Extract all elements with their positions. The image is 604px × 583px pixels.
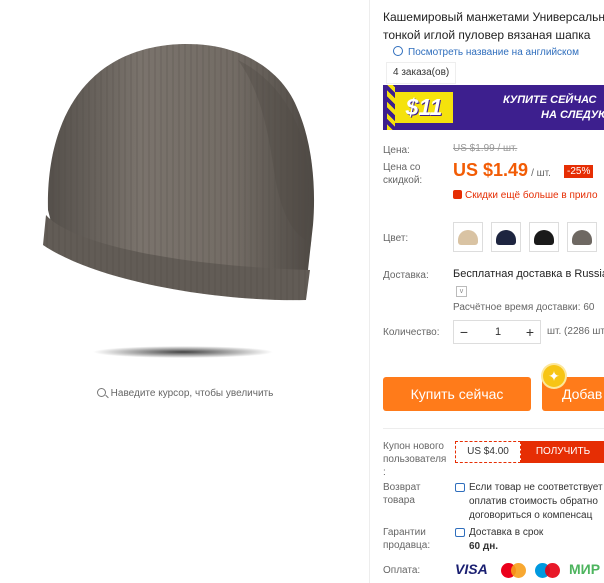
magnifier-icon (96, 388, 106, 397)
beige-hat-icon (458, 230, 478, 245)
returns-info: Если товар не соответствует оплатив стои… (469, 481, 603, 523)
returns-line2: оплатив стоимость обратно (469, 496, 598, 507)
returns-line3: договориться о компенсац (469, 510, 593, 521)
coupon-label-3: : (383, 467, 386, 478)
mastercard-logo (501, 563, 527, 578)
quantity-label: Количество: (383, 327, 440, 338)
navy-hat-icon (496, 230, 516, 245)
discount-price-label: Цена со скидкой: (383, 161, 422, 187)
returns-label: Возврат товара (383, 481, 421, 507)
app-discount-link[interactable]: Скидки ещё больше в прило (453, 190, 598, 201)
old-price: US $1.99 / шт. (453, 143, 517, 154)
globe-icon (393, 46, 403, 56)
buy-now-button[interactable]: Купить сейчас (383, 377, 531, 411)
banner-line1: КУПИТЕ СЕЙЧАС (503, 94, 597, 106)
black-hat-icon (534, 230, 554, 245)
coupon-label-1: Купон нового (383, 441, 444, 452)
clock-icon (455, 528, 465, 537)
return-icon (455, 483, 465, 492)
zoom-hint-text: Наведите курсор, чтобы увеличить (110, 388, 274, 399)
quantity-minus-button[interactable]: − (454, 321, 474, 343)
get-coupon-button[interactable]: ПОЛУЧИТЬ (521, 441, 604, 463)
returns-line1: Если товар не соответствует (469, 482, 603, 493)
discount-price-label-2: скидкой: (383, 175, 423, 186)
guarantee-line1: Доставка в срок (469, 527, 544, 538)
zoom-hint: Наведите курсор, чтобы увеличить (0, 388, 370, 399)
mir-logo: МИР (569, 561, 601, 577)
translate-link-text: Посмотреть название на английском (408, 47, 579, 58)
stock-count: шт. (2286 шт (547, 326, 604, 337)
quantity-stepper: − 1 + (453, 320, 541, 344)
tag-icon (453, 190, 462, 199)
returns-label-2: товара (383, 495, 415, 506)
gray-hat-icon (572, 230, 592, 245)
delivery-time: Расчётное время доставки: 60 (453, 302, 595, 313)
coupon-label-2: пользователя (383, 454, 447, 465)
discount-price-value: US $1.49 (453, 160, 529, 180)
shipping-value: Бесплатная доставка в Russia (453, 268, 604, 280)
color-swatch-gray[interactable] (567, 222, 597, 252)
product-info: Кашемировый манжетами Универсальная тонк… (383, 0, 604, 583)
orders-count: 4 заказа(ов) (386, 62, 457, 84)
product-gallery: Наведите курсор, чтобы увеличить (0, 0, 370, 583)
banner-price: $11 (395, 92, 453, 123)
guarantee-label-2: продавца: (383, 540, 431, 551)
shipping-dropdown[interactable]: v (456, 286, 467, 297)
color-swatch-black[interactable] (529, 222, 559, 252)
guarantee-days: 60 дн. (469, 541, 499, 552)
guarantee-info: Доставка в срок 60 дн. (469, 526, 543, 554)
guarantee-line2: 60 дн. (469, 540, 543, 554)
color-label: Цвет: (383, 233, 409, 244)
guarantee-label-1: Гарантии (383, 527, 426, 538)
returns-label-1: Возврат (383, 482, 421, 493)
color-swatch-navy[interactable] (491, 222, 521, 252)
price-unit: / шт. (531, 168, 551, 179)
product-image[interactable] (38, 20, 328, 360)
price-label: Цена: (383, 145, 410, 156)
product-title-line1: Кашемировый манжетами Универсальная (383, 10, 604, 24)
app-discount-text: Скидки ещё больше в прило (465, 190, 598, 201)
guarantee-label: Гарантии продавца: (383, 526, 430, 552)
quantity-plus-button[interactable]: + (520, 321, 540, 343)
discount-price-label-1: Цена со (383, 162, 421, 173)
maestro-logo (535, 563, 561, 578)
star-icon: ✦ (543, 365, 565, 387)
product-title: Кашемировый манжетами Универсальная тонк… (383, 8, 604, 44)
discount-price: US $1.49/ шт. (453, 160, 551, 181)
discount-badge: -25% (564, 165, 594, 178)
shipping-label: Доставка: (383, 270, 429, 281)
visa-logo: VISA (455, 561, 488, 577)
payment-label: Оплата: (383, 565, 421, 576)
color-swatch-beige[interactable] (453, 222, 483, 252)
section-divider (383, 428, 604, 429)
quantity-input[interactable]: 1 (476, 321, 520, 343)
promo-banner[interactable]: $11 КУПИТЕ СЕЙЧАС НА СЛЕДУЮ (383, 85, 604, 130)
product-title-line2: тонкой иглой пуловер вязаная шапка (383, 28, 591, 42)
banner-stripes (387, 85, 395, 130)
old-price-text: US $1.99 / шт. (453, 143, 518, 154)
translate-link[interactable]: Посмотреть название на английском (393, 46, 579, 58)
banner-line2: НА СЛЕДУЮ (541, 109, 604, 121)
divider (369, 0, 370, 583)
coupon-value: US $4.00 (455, 441, 521, 463)
coupon-label: Купон нового пользователя : (383, 440, 446, 479)
